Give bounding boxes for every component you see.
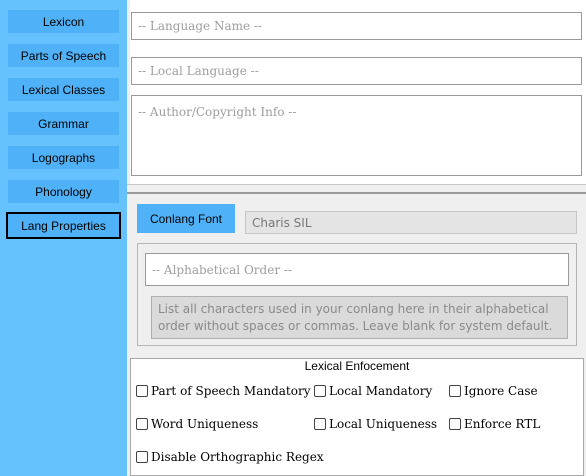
checkbox-box[interactable] [449,385,461,397]
sidebar: Lexicon Parts of Speech Lexical Classes … [0,0,127,476]
nav-parts-of-speech-button[interactable]: Parts of Speech [8,44,119,67]
nav-lang-properties-button[interactable]: Lang Properties [6,212,121,239]
nav-logographs-button[interactable]: Logographs [8,146,119,169]
checkbox-box[interactable] [314,418,326,430]
checkbox-label: Local Mandatory [329,384,433,398]
enforce-rtl-checkbox[interactable]: Enforce RTL [449,417,540,431]
alphabetical-order-hint: List all characters used in your conlang… [151,296,568,339]
divider [127,192,586,194]
font-name-field: Charis SIL [245,211,577,234]
alphabetical-order-input[interactable]: -- Alphabetical Order -- [145,253,569,286]
checkbox-box[interactable] [136,451,148,463]
word-uniqueness-checkbox[interactable]: Word Uniqueness [136,417,258,431]
part-of-speech-mandatory-checkbox[interactable]: Part of Speech Mandatory [136,384,310,398]
nav-lexicon-button[interactable]: Lexicon [8,10,119,33]
checkbox-box[interactable] [449,418,461,430]
lexical-enforcement-title: Lexical Enfocement [304,359,410,373]
nav-grammar-button[interactable]: Grammar [8,112,119,135]
author-copyright-textarea[interactable]: -- Author/Copyright Info -- [131,95,582,176]
checkbox-box[interactable] [136,418,148,430]
checkbox-label: Local Uniqueness [329,417,438,431]
checkbox-label: Disable Orthographic Regex [151,450,324,464]
checkbox-label: Ignore Case [464,384,538,398]
disable-orthographic-regex-checkbox[interactable]: Disable Orthographic Regex [136,450,324,464]
checkbox-box[interactable] [314,385,326,397]
nav-phonology-button[interactable]: Phonology [8,180,119,203]
checkbox-label: Word Uniqueness [151,417,259,431]
checkbox-box[interactable] [136,385,148,397]
checkbox-label: Enforce RTL [464,417,541,431]
local-language-input[interactable]: -- Local Language -- [131,57,582,85]
local-mandatory-checkbox[interactable]: Local Mandatory [314,384,432,398]
ignore-case-checkbox[interactable]: Ignore Case [449,384,538,398]
divider [127,184,586,185]
checkbox-label: Part of Speech Mandatory [151,384,311,398]
nav-lexical-classes-button[interactable]: Lexical Classes [8,78,119,101]
language-name-input[interactable]: -- Language Name -- [131,12,582,40]
conlang-font-button[interactable]: Conlang Font [137,204,235,233]
local-uniqueness-checkbox[interactable]: Local Uniqueness [314,417,437,431]
